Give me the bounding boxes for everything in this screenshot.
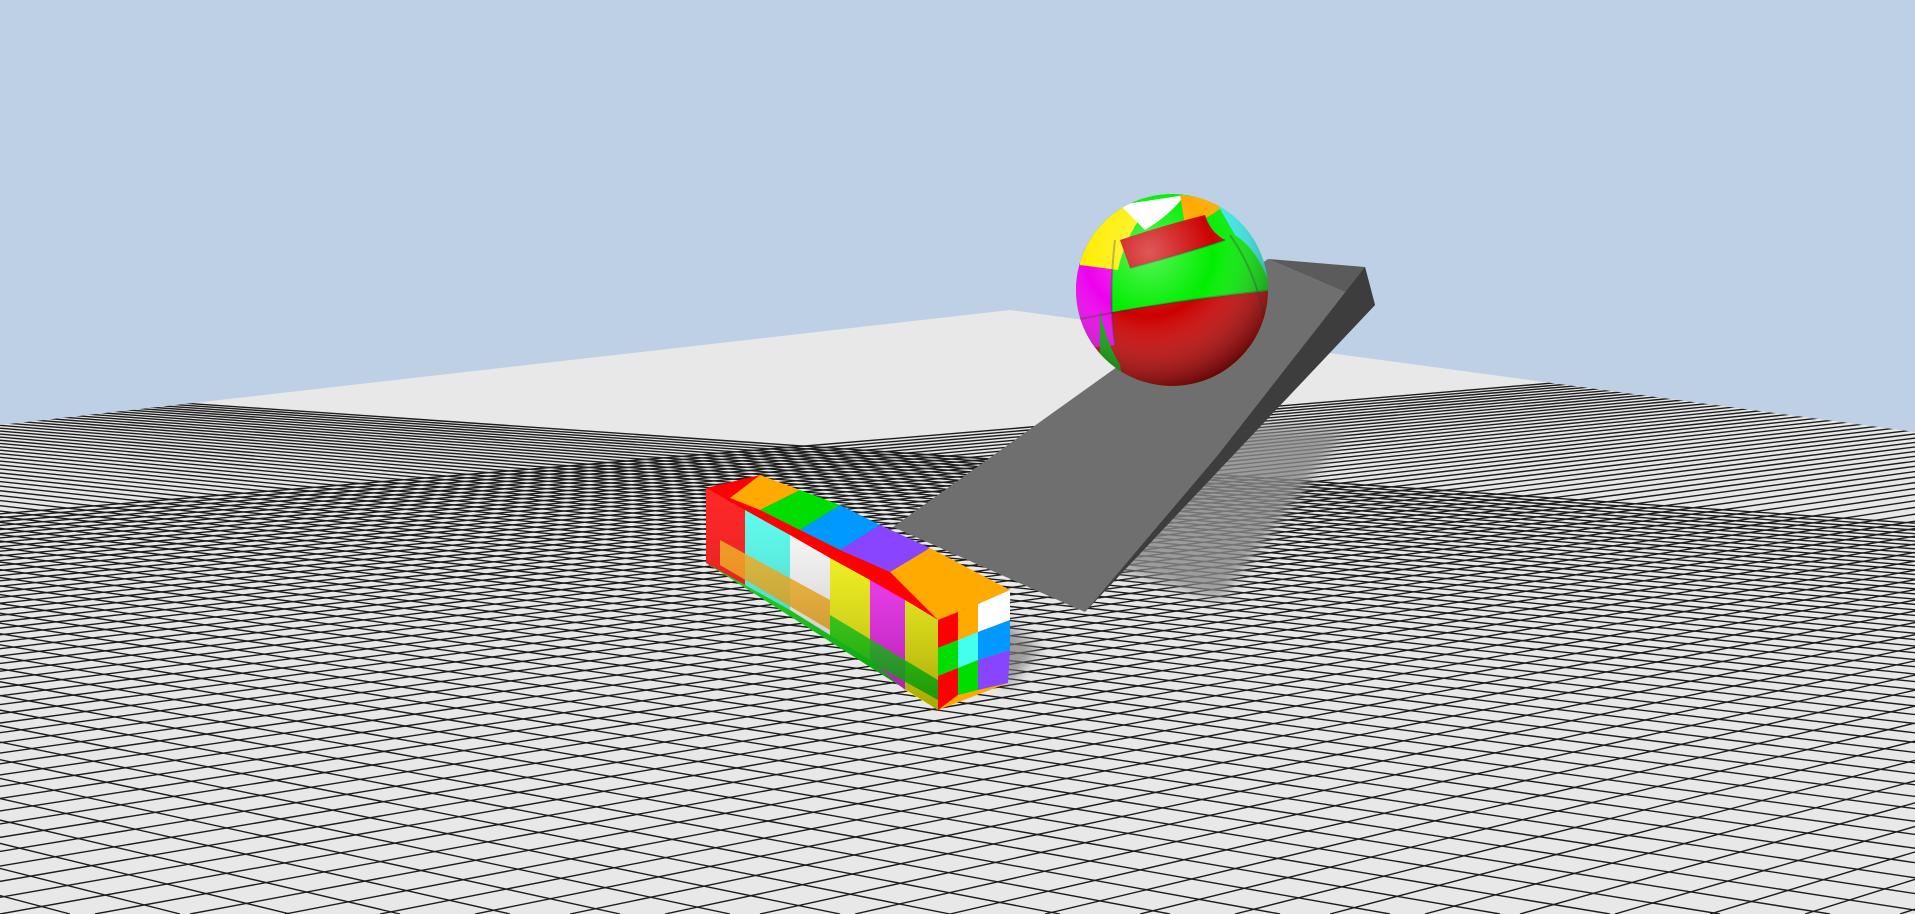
3d-viewport[interactable] [0,0,1915,914]
scene-canvas[interactable] [0,0,1915,914]
